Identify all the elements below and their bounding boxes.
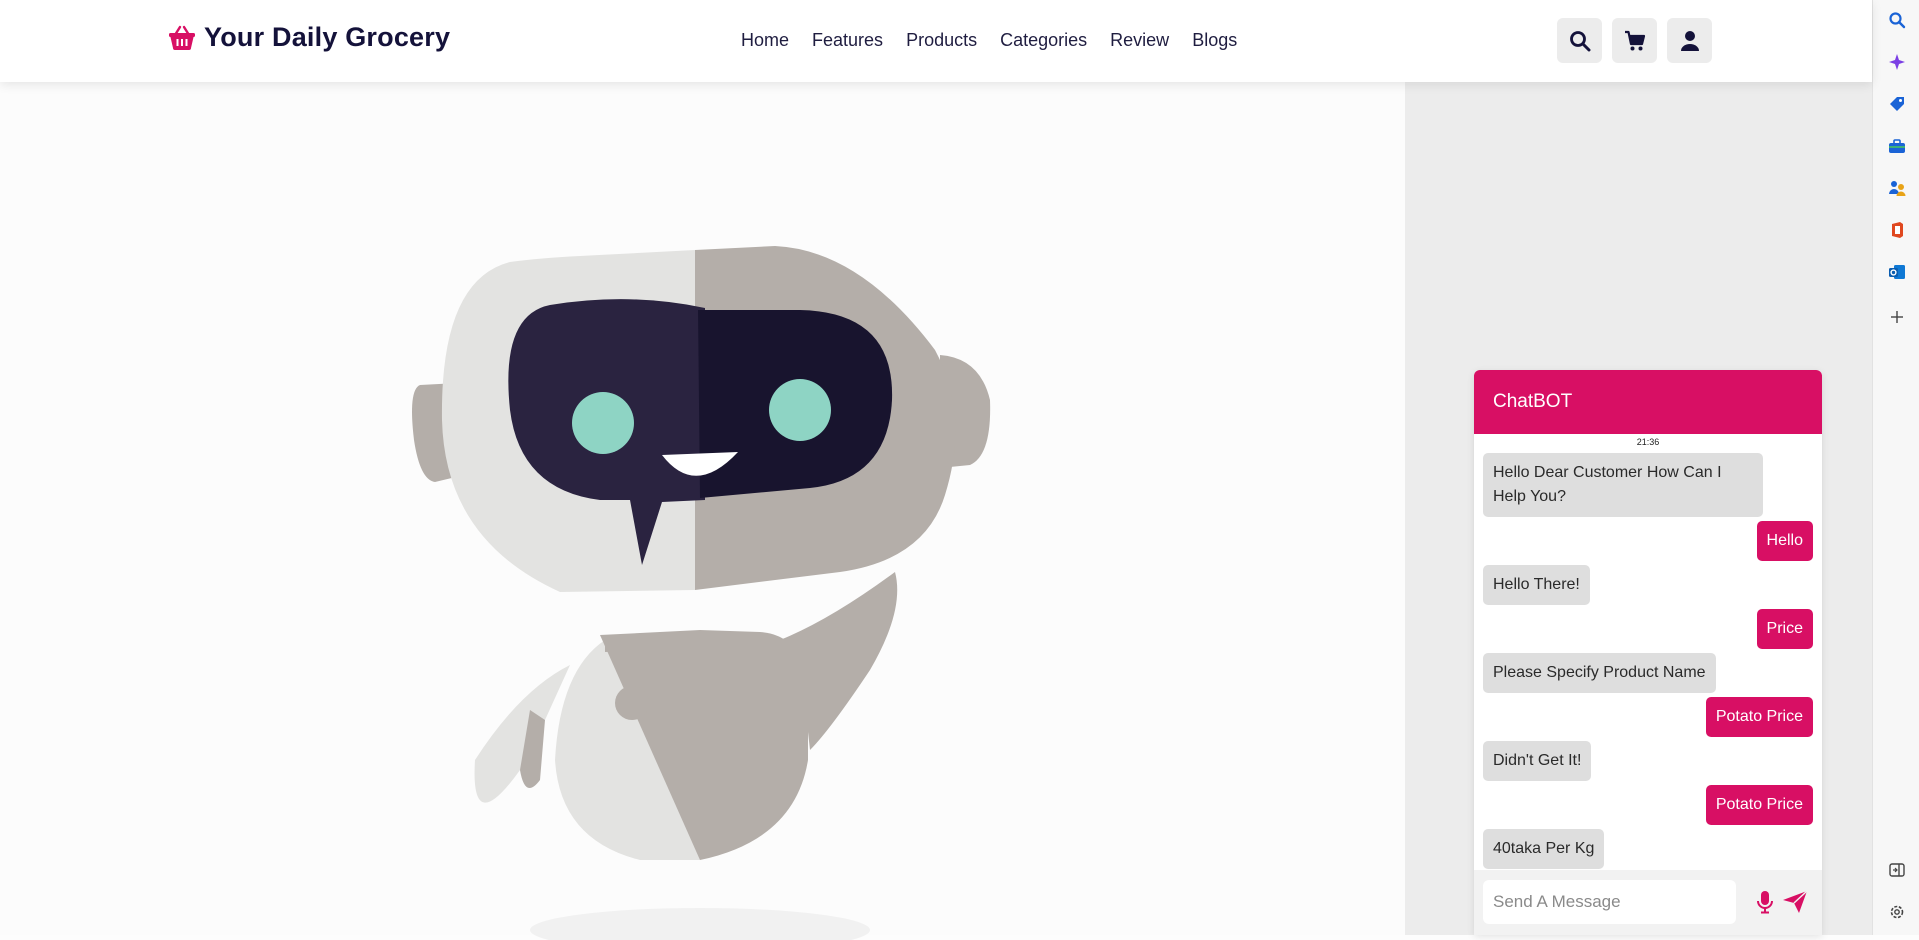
- sidebar-settings-button[interactable]: [1887, 902, 1907, 922]
- sidebar-office-button[interactable]: [1887, 220, 1907, 240]
- bot-message: Didn't Get It!: [1483, 741, 1592, 781]
- robot-illustration: [412, 246, 991, 940]
- search-icon: [1889, 12, 1906, 29]
- nav-home[interactable]: Home: [741, 30, 789, 51]
- toolbox-icon: [1889, 139, 1905, 153]
- cart-icon: [1624, 30, 1645, 50]
- people-icon: [1889, 181, 1906, 196]
- cart-button[interactable]: [1612, 18, 1657, 63]
- sidebar-search-button[interactable]: [1887, 10, 1907, 30]
- microphone-icon[interactable]: [1757, 890, 1773, 914]
- sidebar-toggle-button[interactable]: [1887, 860, 1907, 880]
- brand-name: Your Daily Grocery: [204, 22, 451, 52]
- bot-message: Please Specify Product Name: [1483, 653, 1716, 693]
- sidebar-copilot-button[interactable]: [1887, 52, 1907, 72]
- sidebar-shopping-button[interactable]: [1887, 94, 1907, 114]
- user-message: Potato Price: [1705, 785, 1813, 825]
- sidebar-toggle-icon: [1889, 863, 1905, 877]
- nav-blogs[interactable]: Blogs: [1192, 30, 1237, 51]
- main-nav: Home Features Products Categories Review…: [741, 30, 1237, 51]
- bot-message: Hello There!: [1483, 565, 1590, 605]
- add-icon: [1891, 311, 1903, 323]
- settings-icon: [1890, 905, 1904, 919]
- sidebar-tools-button[interactable]: [1887, 136, 1907, 156]
- copilot-icon: [1889, 54, 1905, 70]
- brand-logo[interactable]: Your Daily Grocery: [168, 22, 450, 53]
- user-message: Price: [1756, 609, 1813, 649]
- send-icon[interactable]: [1782, 890, 1808, 914]
- header-actions: [1557, 18, 1712, 63]
- nav-categories[interactable]: Categories: [1000, 30, 1087, 51]
- search-button[interactable]: [1557, 18, 1602, 63]
- sidebar-outlook-button[interactable]: [1887, 262, 1907, 282]
- user-message: Potato Price: [1705, 697, 1813, 737]
- user-message: Hello: [1756, 521, 1813, 561]
- user-button[interactable]: [1667, 18, 1712, 63]
- nav-review[interactable]: Review: [1110, 30, 1169, 51]
- chat-composer: [1474, 870, 1822, 935]
- chatbot-header: ChatBOT: [1474, 370, 1822, 434]
- bot-message: Hello Dear Customer How Can I Help You?: [1483, 453, 1763, 517]
- search-icon: [1569, 30, 1590, 51]
- tag-icon: [1890, 97, 1904, 111]
- bot-message: 40taka Per Kg: [1483, 829, 1605, 869]
- site-header: Your Daily Grocery Home Features Product…: [0, 0, 1872, 82]
- sidebar-add-button[interactable]: [1887, 307, 1907, 327]
- office-icon: [1892, 222, 1903, 238]
- sidebar-people-button[interactable]: [1887, 178, 1907, 198]
- chatbot-title: ChatBOT: [1493, 391, 1573, 412]
- browser-sidebar: [1872, 0, 1919, 935]
- outlook-icon: [1889, 265, 1905, 279]
- nav-products[interactable]: Products: [906, 30, 977, 51]
- message-input[interactable]: [1483, 880, 1736, 924]
- user-icon: [1680, 30, 1699, 51]
- chatbot-widget: ChatBOT 21:36 Hello Dear Customer How Ca…: [1474, 370, 1822, 935]
- chat-message-list: Hello Dear Customer How Can I Help You? …: [1474, 453, 1822, 869]
- basket-icon: [169, 25, 195, 50]
- chat-timestamp: 21:36: [1636, 437, 1660, 447]
- nav-features[interactable]: Features: [812, 30, 883, 51]
